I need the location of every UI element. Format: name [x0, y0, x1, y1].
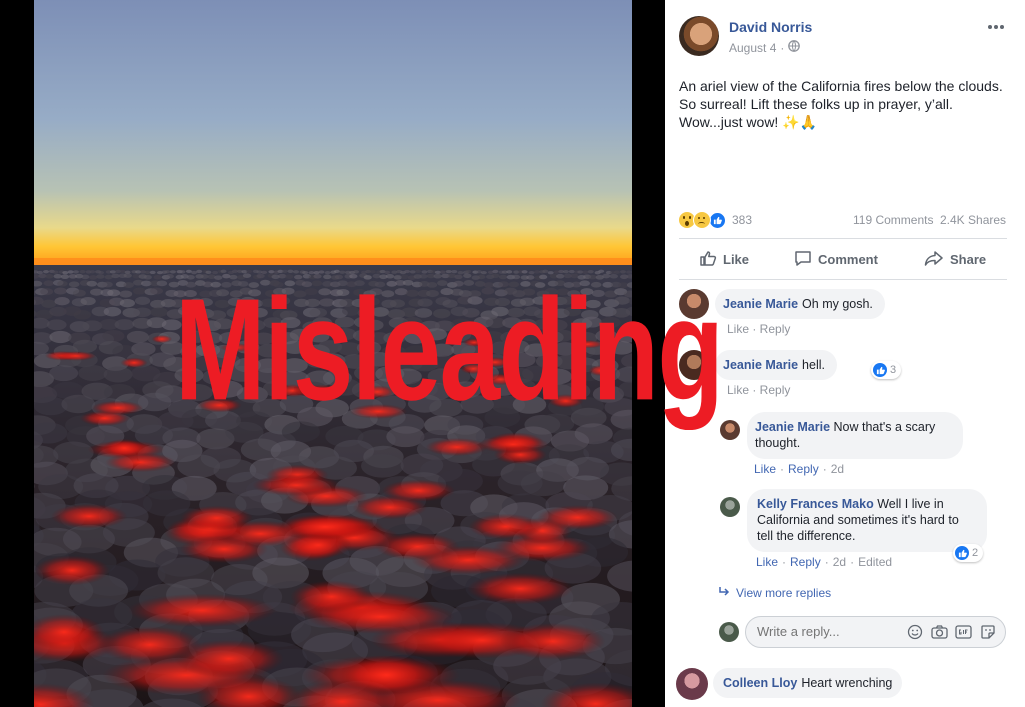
- comment-actions[interactable]: Like · Reply: [727, 322, 790, 336]
- post-date[interactable]: August 4: [729, 41, 776, 55]
- post-meta: August 4 ·: [729, 40, 801, 55]
- comment-bubble: Colleen Lloy Heart wrenching: [713, 668, 903, 698]
- reply-bubble: Kelly Frances Mako Well I live in Califo…: [747, 489, 987, 552]
- reply-author[interactable]: Jeanie Marie: [755, 420, 830, 434]
- camera-icon[interactable]: [931, 624, 948, 645]
- post-text-line: So surreal! Lift these folks up in praye…: [679, 96, 953, 112]
- share-label: Share: [950, 252, 987, 267]
- comment-author[interactable]: Jeanie Marie: [723, 357, 798, 373]
- like-button[interactable]: Like: [699, 249, 749, 270]
- reply-avatar[interactable]: [720, 497, 740, 517]
- view-more-replies[interactable]: View more replies: [719, 586, 831, 600]
- reply-age[interactable]: 2d: [833, 555, 846, 569]
- comment-actions[interactable]: Like · Reply: [727, 383, 790, 397]
- reply-avatar[interactable]: [720, 420, 740, 440]
- comment-author[interactable]: Jeanie Marie: [723, 296, 798, 312]
- reply-like-link[interactable]: Like: [756, 555, 778, 569]
- comment-reaction-count: 3: [890, 364, 897, 376]
- thumbs-up-icon: [699, 249, 717, 270]
- like-reaction-icon: [709, 211, 726, 229]
- share-button[interactable]: Share: [924, 249, 986, 270]
- comment-icon: [794, 249, 812, 270]
- share-icon: [924, 249, 944, 270]
- like-reaction-icon: [873, 363, 887, 377]
- divider: [679, 238, 1007, 239]
- current-user-avatar: [719, 622, 739, 642]
- post-text: An ariel view of the California fires be…: [679, 77, 1019, 131]
- reply-actions: Like · Reply · 2d: [754, 462, 845, 476]
- reply-reaction-count: 2: [972, 547, 979, 559]
- photo-viewer: [0, 0, 665, 707]
- sticker-icon[interactable]: [980, 624, 996, 645]
- reactions-summary[interactable]: 383: [679, 211, 752, 229]
- post-panel: David Norris August 4 · An ariel view of…: [665, 0, 1025, 707]
- reply-text: Well I live in: [877, 497, 944, 511]
- comment-reactions[interactable]: 3: [871, 361, 902, 379]
- meta-separator: ·: [780, 40, 785, 55]
- shares-count[interactable]: 2.4K Shares: [940, 213, 1006, 227]
- reply-reactions[interactable]: 2: [953, 544, 984, 562]
- reply-edited[interactable]: Edited: [858, 555, 892, 569]
- reply-text: tell the difference.: [757, 529, 856, 543]
- commenter-avatar[interactable]: [679, 350, 709, 380]
- divider: [679, 279, 1007, 280]
- reply-text: Now that's a scary: [833, 420, 936, 434]
- post-text-line: An ariel view of the California fires be…: [679, 78, 1003, 94]
- reaction-count: 383: [732, 213, 753, 227]
- reply-text: California and sometimes it's hard to: [757, 513, 959, 527]
- reply-text: thought.: [755, 436, 801, 450]
- reply-arrow-icon: [719, 586, 730, 600]
- author-avatar[interactable]: [679, 16, 719, 56]
- reply-age[interactable]: 2d: [831, 462, 844, 476]
- emoji-icon[interactable]: [907, 624, 923, 645]
- sad-reaction-icon: [693, 211, 711, 229]
- reply-input-box[interactable]: [745, 616, 1006, 648]
- like-label: Like: [723, 252, 750, 267]
- comment-text: Heart wrenching: [801, 676, 893, 690]
- post-photo[interactable]: [34, 0, 632, 707]
- commenter-avatar[interactable]: [679, 289, 709, 319]
- comments-count[interactable]: 119 Comments: [853, 213, 933, 227]
- comment-text: hell.: [802, 358, 825, 372]
- reply-input[interactable]: [755, 623, 899, 640]
- reply-actions: Like · Reply · 2d · Edited: [756, 555, 893, 569]
- reply-author[interactable]: Kelly Frances Mako: [757, 497, 874, 511]
- view-more-replies-label: View more replies: [736, 586, 832, 600]
- post-text-line: Wow...just wow! ✨🙏: [679, 114, 818, 130]
- comment-bubble: Jeanie Marie Oh my gosh.: [715, 289, 885, 319]
- commenter-avatar[interactable]: [676, 668, 708, 700]
- reply-reply-link[interactable]: Reply: [788, 462, 819, 476]
- more-horizontal-icon[interactable]: [987, 20, 1005, 39]
- author-name[interactable]: David Norris: [729, 19, 812, 35]
- reply-like-link[interactable]: Like: [754, 462, 776, 476]
- comment-label: Comment: [818, 252, 878, 267]
- comment-bubble: Jeanie Marie hell.: [715, 350, 837, 380]
- globe-icon: [788, 40, 801, 55]
- comment-button[interactable]: Comment: [794, 249, 878, 270]
- comment-author[interactable]: Colleen Lloy: [723, 675, 797, 691]
- like-reaction-icon: [955, 546, 969, 560]
- reply-bubble: Jeanie Marie Now that's a scary thought.: [747, 412, 963, 459]
- comment-text: Oh my gosh.: [802, 297, 873, 311]
- reply-reply-link[interactable]: Reply: [790, 555, 821, 569]
- gif-icon[interactable]: [955, 624, 972, 645]
